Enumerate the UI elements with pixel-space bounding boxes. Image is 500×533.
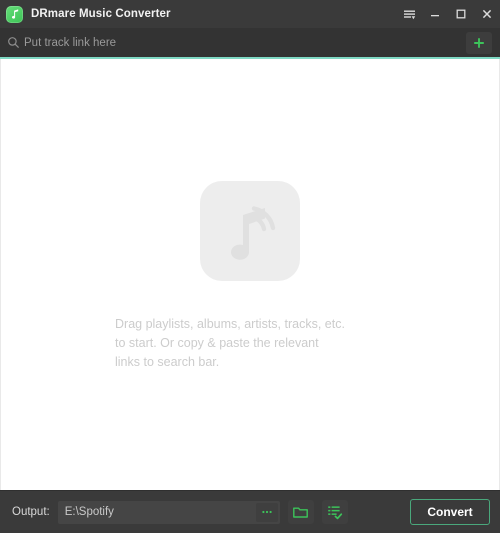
convert-button[interactable]: Convert xyxy=(410,499,490,525)
folder-icon[interactable] xyxy=(287,500,314,524)
window-controls xyxy=(396,0,500,28)
add-link-button[interactable] xyxy=(466,31,492,54)
search-input[interactable] xyxy=(24,28,466,57)
music-note-broadcast-icon xyxy=(200,181,300,281)
menu-icon[interactable] xyxy=(396,0,422,28)
list-check-icon[interactable] xyxy=(321,500,348,524)
output-path-value: E:\Spotify xyxy=(64,506,114,518)
music-note-app-icon xyxy=(6,5,23,23)
minimize-icon[interactable] xyxy=(422,0,448,28)
page-title: DRmare Music Converter xyxy=(31,8,171,20)
close-icon[interactable] xyxy=(474,0,500,28)
output-label: Output: xyxy=(12,506,50,518)
search-icon xyxy=(5,35,21,51)
footer-bar: Output: E:\Spotify Convert xyxy=(0,490,500,533)
ellipsis-icon[interactable] xyxy=(255,502,278,522)
output-path-field[interactable]: E:\Spotify xyxy=(57,500,280,524)
app-window: DRmare Music Converter Put track link he… xyxy=(0,0,500,533)
empty-state-content[interactable]: Drag playlists, albums, artists, tracks,… xyxy=(0,59,500,490)
empty-state-message: Drag playlists, albums, artists, tracks,… xyxy=(115,317,345,369)
title-bar[interactable]: DRmare Music Converter xyxy=(0,0,500,28)
maximize-icon[interactable] xyxy=(448,0,474,28)
search-bar xyxy=(0,28,500,59)
